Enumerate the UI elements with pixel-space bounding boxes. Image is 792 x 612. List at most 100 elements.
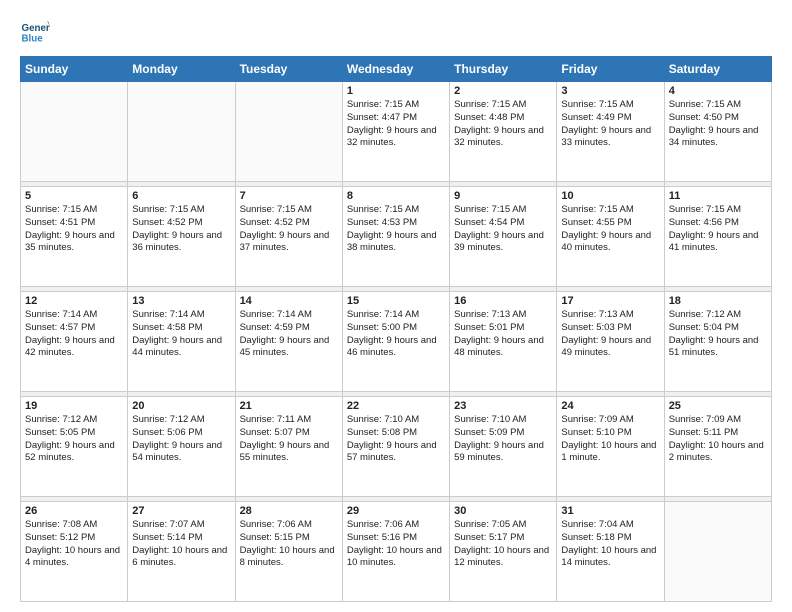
sunset-text: Sunset: 5:15 PM — [240, 532, 310, 543]
day-number: 25 — [669, 400, 767, 412]
weekday-header-wednesday: Wednesday — [342, 57, 449, 82]
daylight-text: Daylight: 9 hours and 35 minutes. — [25, 230, 115, 254]
day-info: Sunrise: 7:04 AM Sunset: 5:18 PM Dayligh… — [561, 519, 659, 570]
day-number: 20 — [132, 400, 230, 412]
daylight-text: Daylight: 10 hours and 1 minute. — [561, 440, 656, 464]
daylight-text: Daylight: 9 hours and 55 minutes. — [240, 440, 330, 464]
sunrise-text: Sunrise: 7:10 AM — [347, 414, 419, 425]
daylight-text: Daylight: 9 hours and 32 minutes. — [454, 125, 544, 149]
day-number: 9 — [454, 190, 552, 202]
sunrise-text: Sunrise: 7:12 AM — [669, 309, 741, 320]
day-info: Sunrise: 7:15 AM Sunset: 4:55 PM Dayligh… — [561, 204, 659, 255]
daylight-text: Daylight: 9 hours and 38 minutes. — [347, 230, 437, 254]
sunrise-text: Sunrise: 7:15 AM — [454, 204, 526, 215]
sunrise-text: Sunrise: 7:14 AM — [25, 309, 97, 320]
day-info: Sunrise: 7:15 AM Sunset: 4:54 PM Dayligh… — [454, 204, 552, 255]
sunrise-text: Sunrise: 7:10 AM — [454, 414, 526, 425]
day-info: Sunrise: 7:10 AM Sunset: 5:09 PM Dayligh… — [454, 414, 552, 465]
day-number: 18 — [669, 295, 767, 307]
sunrise-text: Sunrise: 7:13 AM — [454, 309, 526, 320]
calendar-cell: 4 Sunrise: 7:15 AM Sunset: 4:50 PM Dayli… — [664, 82, 771, 182]
daylight-text: Daylight: 9 hours and 46 minutes. — [347, 335, 437, 359]
day-info: Sunrise: 7:15 AM Sunset: 4:48 PM Dayligh… — [454, 99, 552, 150]
daylight-text: Daylight: 10 hours and 12 minutes. — [454, 545, 549, 569]
sunset-text: Sunset: 4:52 PM — [240, 217, 310, 228]
sunset-text: Sunset: 5:04 PM — [669, 322, 739, 333]
day-number: 7 — [240, 190, 338, 202]
daylight-text: Daylight: 10 hours and 2 minutes. — [669, 440, 764, 464]
sunrise-text: Sunrise: 7:05 AM — [454, 519, 526, 530]
calendar-cell — [128, 82, 235, 182]
day-number: 13 — [132, 295, 230, 307]
weekday-header-sunday: Sunday — [21, 57, 128, 82]
sunset-text: Sunset: 4:56 PM — [669, 217, 739, 228]
weekday-header-friday: Friday — [557, 57, 664, 82]
calendar-cell: 30 Sunrise: 7:05 AM Sunset: 5:17 PM Dayl… — [450, 501, 557, 601]
calendar-cell: 3 Sunrise: 7:15 AM Sunset: 4:49 PM Dayli… — [557, 82, 664, 182]
sunset-text: Sunset: 5:16 PM — [347, 532, 417, 543]
day-number: 28 — [240, 505, 338, 517]
calendar-cell: 15 Sunrise: 7:14 AM Sunset: 5:00 PM Dayl… — [342, 291, 449, 391]
daylight-text: Daylight: 9 hours and 41 minutes. — [669, 230, 759, 254]
calendar-cell: 29 Sunrise: 7:06 AM Sunset: 5:16 PM Dayl… — [342, 501, 449, 601]
sunset-text: Sunset: 4:51 PM — [25, 217, 95, 228]
day-number: 11 — [669, 190, 767, 202]
sunset-text: Sunset: 4:59 PM — [240, 322, 310, 333]
daylight-text: Daylight: 10 hours and 10 minutes. — [347, 545, 442, 569]
calendar-cell: 9 Sunrise: 7:15 AM Sunset: 4:54 PM Dayli… — [450, 186, 557, 286]
sunset-text: Sunset: 5:06 PM — [132, 427, 202, 438]
sunrise-text: Sunrise: 7:15 AM — [561, 99, 633, 110]
daylight-text: Daylight: 9 hours and 57 minutes. — [347, 440, 437, 464]
daylight-text: Daylight: 9 hours and 39 minutes. — [454, 230, 544, 254]
calendar-cell: 11 Sunrise: 7:15 AM Sunset: 4:56 PM Dayl… — [664, 186, 771, 286]
header: General Blue — [20, 16, 772, 46]
day-number: 19 — [25, 400, 123, 412]
calendar-cell: 22 Sunrise: 7:10 AM Sunset: 5:08 PM Dayl… — [342, 396, 449, 496]
sunrise-text: Sunrise: 7:15 AM — [669, 204, 741, 215]
week-row-0: 1 Sunrise: 7:15 AM Sunset: 4:47 PM Dayli… — [21, 82, 772, 182]
day-number: 14 — [240, 295, 338, 307]
daylight-text: Daylight: 9 hours and 34 minutes. — [669, 125, 759, 149]
day-info: Sunrise: 7:15 AM Sunset: 4:50 PM Dayligh… — [669, 99, 767, 150]
daylight-text: Daylight: 9 hours and 49 minutes. — [561, 335, 651, 359]
sunset-text: Sunset: 4:49 PM — [561, 112, 631, 123]
sunset-text: Sunset: 5:11 PM — [669, 427, 739, 438]
day-info: Sunrise: 7:07 AM Sunset: 5:14 PM Dayligh… — [132, 519, 230, 570]
calendar-cell: 24 Sunrise: 7:09 AM Sunset: 5:10 PM Dayl… — [557, 396, 664, 496]
sunrise-text: Sunrise: 7:06 AM — [347, 519, 419, 530]
day-info: Sunrise: 7:12 AM Sunset: 5:05 PM Dayligh… — [25, 414, 123, 465]
calendar-cell: 16 Sunrise: 7:13 AM Sunset: 5:01 PM Dayl… — [450, 291, 557, 391]
sunrise-text: Sunrise: 7:12 AM — [132, 414, 204, 425]
day-info: Sunrise: 7:13 AM Sunset: 5:01 PM Dayligh… — [454, 309, 552, 360]
daylight-text: Daylight: 9 hours and 51 minutes. — [669, 335, 759, 359]
svg-text:General: General — [22, 23, 51, 34]
day-number: 1 — [347, 85, 445, 97]
sunset-text: Sunset: 5:07 PM — [240, 427, 310, 438]
sunset-text: Sunset: 5:03 PM — [561, 322, 631, 333]
logo-icon: General Blue — [20, 16, 50, 46]
day-info: Sunrise: 7:15 AM Sunset: 4:52 PM Dayligh… — [240, 204, 338, 255]
sunrise-text: Sunrise: 7:15 AM — [669, 99, 741, 110]
day-number: 31 — [561, 505, 659, 517]
sunset-text: Sunset: 4:48 PM — [454, 112, 524, 123]
day-number: 6 — [132, 190, 230, 202]
sunrise-text: Sunrise: 7:14 AM — [347, 309, 419, 320]
daylight-text: Daylight: 9 hours and 59 minutes. — [454, 440, 544, 464]
sunrise-text: Sunrise: 7:15 AM — [347, 99, 419, 110]
calendar-cell: 28 Sunrise: 7:06 AM Sunset: 5:15 PM Dayl… — [235, 501, 342, 601]
daylight-text: Daylight: 9 hours and 36 minutes. — [132, 230, 222, 254]
daylight-text: Daylight: 9 hours and 33 minutes. — [561, 125, 651, 149]
sunset-text: Sunset: 5:18 PM — [561, 532, 631, 543]
calendar-cell: 13 Sunrise: 7:14 AM Sunset: 4:58 PM Dayl… — [128, 291, 235, 391]
day-info: Sunrise: 7:14 AM Sunset: 4:57 PM Dayligh… — [25, 309, 123, 360]
sunset-text: Sunset: 5:00 PM — [347, 322, 417, 333]
day-info: Sunrise: 7:09 AM Sunset: 5:10 PM Dayligh… — [561, 414, 659, 465]
day-info: Sunrise: 7:12 AM Sunset: 5:04 PM Dayligh… — [669, 309, 767, 360]
calendar-cell: 8 Sunrise: 7:15 AM Sunset: 4:53 PM Dayli… — [342, 186, 449, 286]
sunset-text: Sunset: 4:52 PM — [132, 217, 202, 228]
day-number: 8 — [347, 190, 445, 202]
sunrise-text: Sunrise: 7:12 AM — [25, 414, 97, 425]
sunset-text: Sunset: 4:53 PM — [347, 217, 417, 228]
weekday-header-row: SundayMondayTuesdayWednesdayThursdayFrid… — [21, 57, 772, 82]
weekday-header-tuesday: Tuesday — [235, 57, 342, 82]
